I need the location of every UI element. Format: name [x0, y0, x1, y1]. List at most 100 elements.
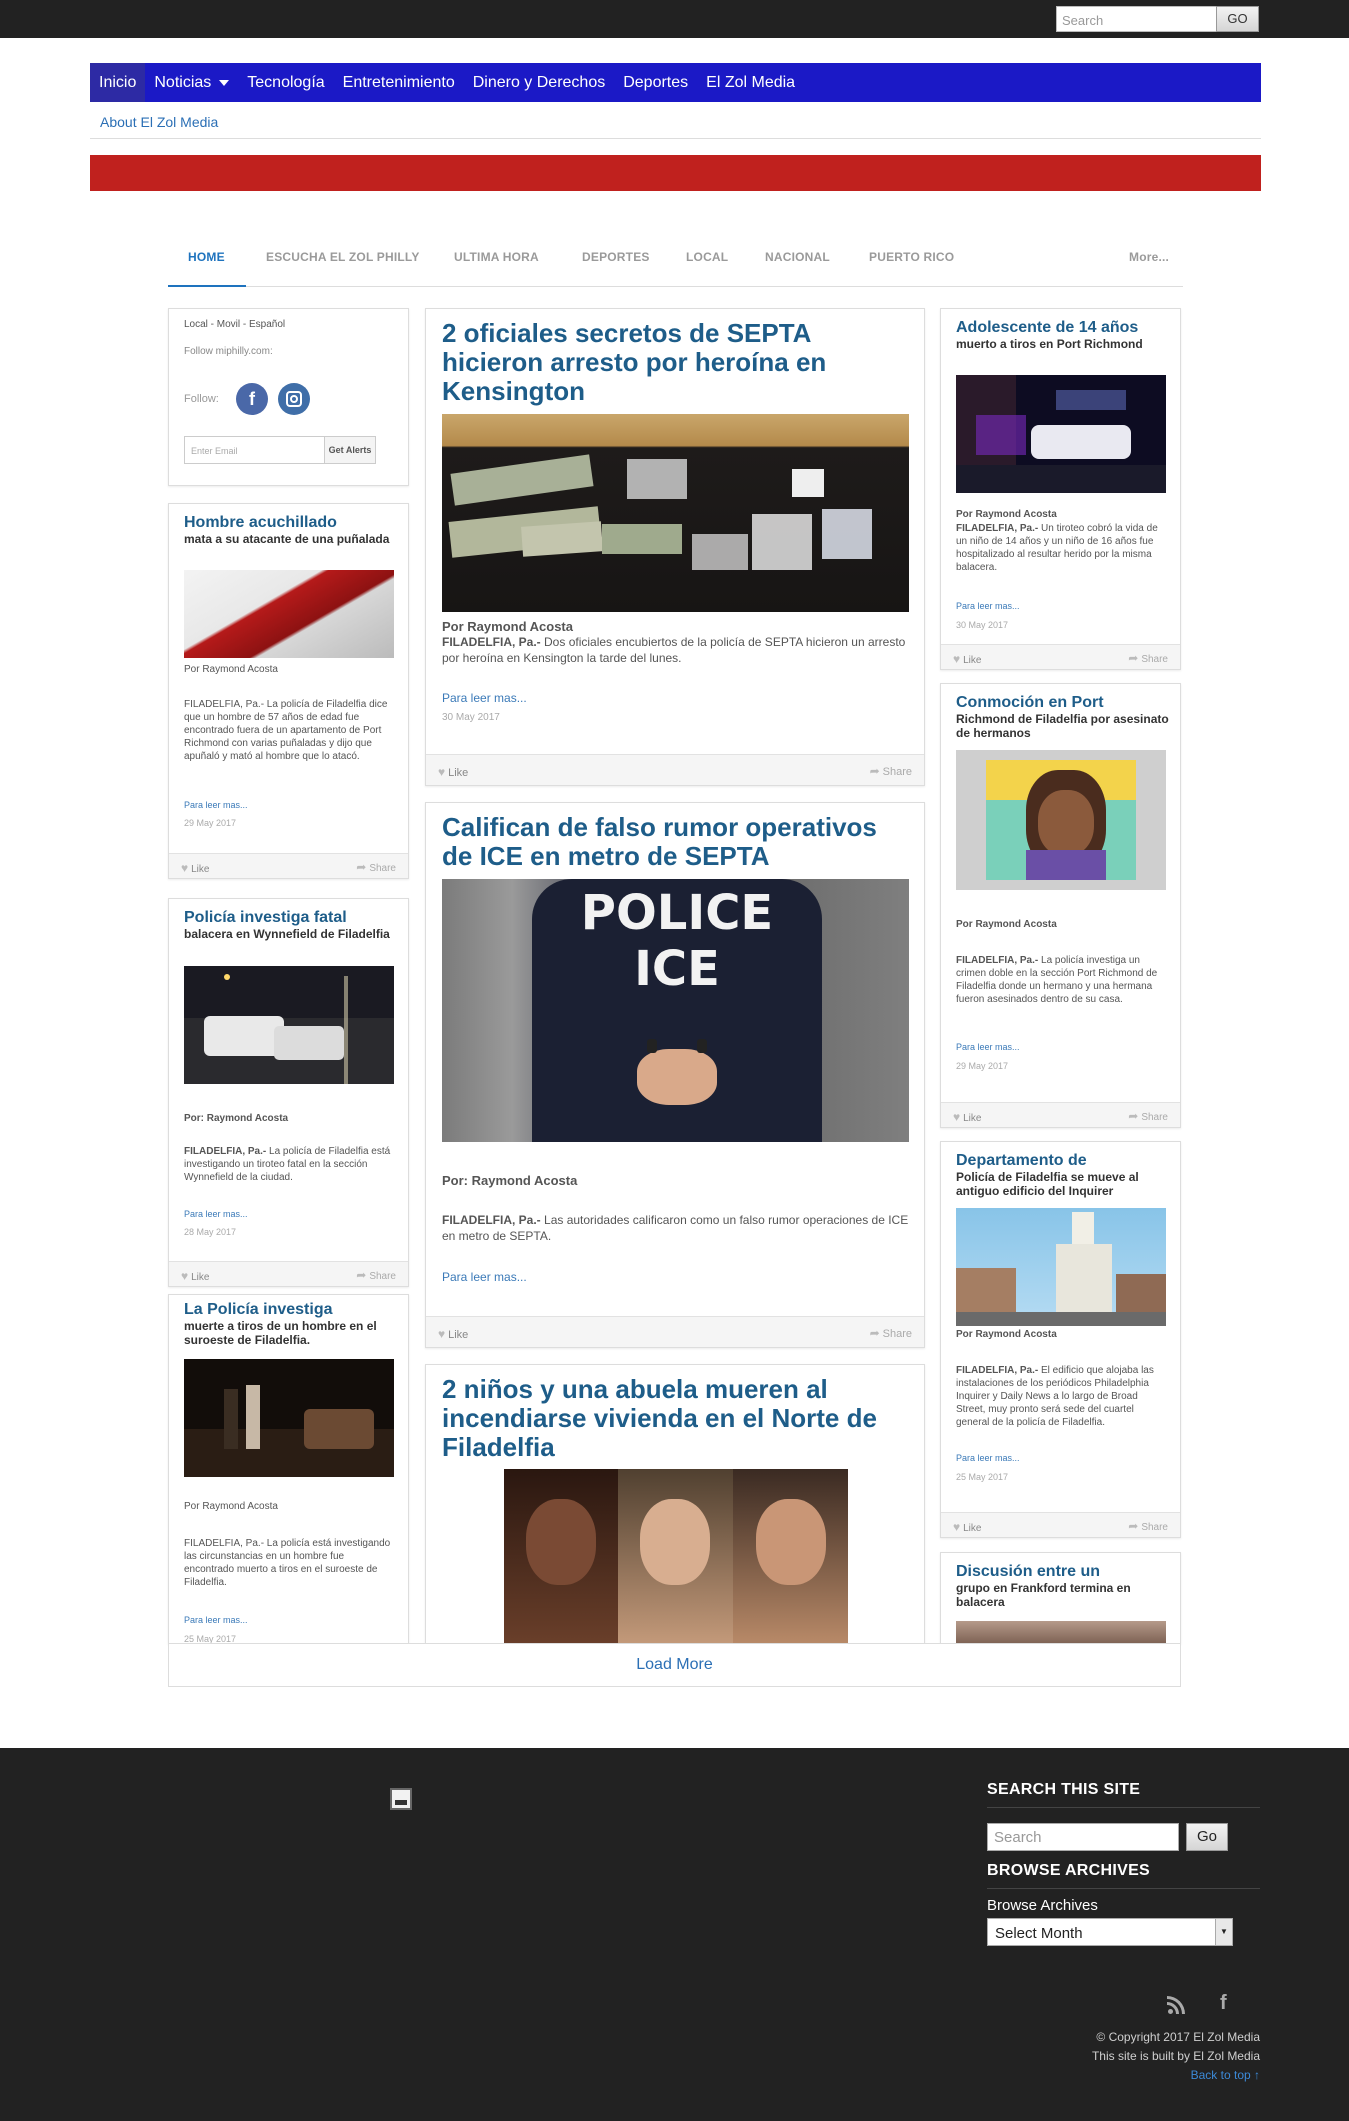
- nav-item-tecnologia[interactable]: Tecnología: [238, 63, 333, 102]
- share-button[interactable]: ➦ Share: [356, 1268, 396, 1282]
- story-card-left-1[interactable]: Hombre acuchillado mata a su atacante de…: [168, 503, 409, 879]
- ice-agent-photo[interactable]: POLICE ICE: [442, 879, 909, 1142]
- read-more-link[interactable]: Para leer mas...: [956, 1453, 1020, 1463]
- story-excerpt: FILADELFIA, Pa.- La policía está investi…: [184, 1538, 391, 1588]
- read-more-link[interactable]: Para leer mas...: [184, 1615, 248, 1625]
- like-button[interactable]: ♥ Like: [953, 652, 981, 666]
- read-more-link[interactable]: Para leer mas...: [956, 601, 1020, 611]
- knife-photo[interactable]: [184, 570, 394, 658]
- share-button[interactable]: ➦ Share: [1128, 1109, 1168, 1123]
- story-byline: Por: Raymond Acosta: [184, 1113, 289, 1124]
- tab-escucha[interactable]: ESCUCHA EL ZOL PHILLY: [266, 250, 420, 264]
- tab-local[interactable]: LOCAL: [686, 250, 728, 264]
- tab-more[interactable]: More...: [1129, 250, 1169, 264]
- tab-ultima-hora[interactable]: ULTIMA HORA: [454, 250, 539, 264]
- read-more-link[interactable]: Para leer mas...: [956, 1042, 1020, 1052]
- archives-select[interactable]: Select Month ▼: [987, 1918, 1233, 1946]
- story-headline[interactable]: 2 oficiales secretos de SEPTA hicieron a…: [442, 318, 912, 406]
- email-input[interactable]: Enter Email: [184, 436, 325, 464]
- story-card-center-3[interactable]: 2 niños y una abuela mueren al incendiar…: [425, 1364, 925, 1644]
- footer-search-input[interactable]: Search: [987, 1823, 1179, 1851]
- select-value: Select Month: [995, 1925, 1083, 1942]
- building-photo[interactable]: [956, 1208, 1166, 1326]
- share-button[interactable]: ➦ Share: [356, 860, 396, 874]
- nav-item-elzol-media[interactable]: El Zol Media: [697, 63, 804, 102]
- story-headline[interactable]: Adolescente de 14 años: [956, 319, 1138, 337]
- like-button[interactable]: ♥ Like: [953, 1110, 981, 1124]
- victim-portrait-photo[interactable]: [956, 750, 1166, 890]
- footer-go-button[interactable]: Go: [1186, 1823, 1228, 1851]
- top-search-input[interactable]: Search: [1056, 6, 1217, 32]
- story-excerpt: FILADELFIA, Pa.- La policía de Filadelfi…: [184, 699, 388, 762]
- heart-icon: ♥: [181, 861, 189, 875]
- about-link[interactable]: About El Zol Media: [100, 114, 218, 130]
- like-button[interactable]: ♥ Like: [181, 1269, 209, 1283]
- read-more-link[interactable]: Para leer mas...: [184, 800, 248, 810]
- story-headline[interactable]: La Policía investiga: [184, 1301, 333, 1319]
- share-icon: ➦: [869, 1326, 880, 1340]
- story-headline[interactable]: Conmoción en Port: [956, 694, 1104, 712]
- rss-icon[interactable]: [1166, 1996, 1186, 2016]
- load-more-button[interactable]: Load More: [168, 1643, 1181, 1687]
- like-button[interactable]: ♥ Like: [953, 1520, 981, 1534]
- frankford-photo[interactable]: [956, 1621, 1166, 1644]
- nav-item-deportes[interactable]: Deportes: [614, 63, 697, 102]
- top-search-go-button[interactable]: GO: [1216, 6, 1259, 32]
- card-footer: ♥ Like ➦ Share: [941, 1102, 1180, 1127]
- story-headline[interactable]: 2 niños y una abuela mueren al incendiar…: [442, 1374, 912, 1462]
- story-card-center-2[interactable]: Califican de falso rumor operativos de I…: [425, 802, 925, 1348]
- read-more-link[interactable]: Para leer mas...: [184, 1209, 248, 1219]
- read-more-link[interactable]: Para leer mas...: [442, 691, 527, 705]
- share-button[interactable]: ➦ Share: [870, 764, 912, 778]
- instagram-icon[interactable]: [278, 383, 310, 415]
- tab-nacional[interactable]: NACIONAL: [765, 250, 830, 264]
- police-night-photo[interactable]: [956, 375, 1166, 493]
- story-card-center-1[interactable]: 2 oficiales secretos de SEPTA hicieron a…: [425, 308, 925, 786]
- back-to-top-link[interactable]: Back to top ↑: [1120, 2068, 1260, 2082]
- story-card-right-2[interactable]: Conmoción en Port Richmond de Filadelfia…: [940, 683, 1181, 1128]
- nav-item-noticias[interactable]: Noticias: [145, 63, 238, 102]
- like-button[interactable]: ♥ Like: [438, 1327, 468, 1341]
- share-label: Share: [1141, 1112, 1168, 1123]
- archives-title: BROWSE ARCHIVES: [987, 1862, 1151, 1879]
- story-card-right-1[interactable]: Adolescente de 14 años muerto a tiros en…: [940, 308, 1181, 670]
- like-button[interactable]: ♥ Like: [181, 861, 209, 875]
- nav-item-entretenimiento[interactable]: Entretenimiento: [334, 63, 464, 102]
- heart-icon: ♥: [953, 1110, 961, 1124]
- tab-deportes[interactable]: DEPORTES: [582, 250, 650, 264]
- tab-puerto-rico[interactable]: PUERTO RICO: [869, 250, 954, 264]
- story-headline[interactable]: Policía investiga fatal: [184, 909, 347, 927]
- evidence-photo[interactable]: [442, 414, 909, 612]
- excerpt-lead: FILADELFIA, Pa.-: [956, 955, 1039, 966]
- get-alerts-button[interactable]: Get Alerts: [324, 436, 376, 464]
- share-button[interactable]: ➦ Share: [1128, 651, 1168, 665]
- facebook-icon[interactable]: f: [1220, 1992, 1227, 2015]
- story-byline: Por Raymond Acosta: [184, 664, 278, 675]
- story-card-left-3[interactable]: La Policía investiga muerte a tiros de u…: [168, 1294, 409, 1644]
- police-scene-photo[interactable]: [184, 966, 394, 1084]
- read-more-link[interactable]: Para leer mas...: [442, 1270, 527, 1284]
- story-headline[interactable]: Departamento de: [956, 1152, 1087, 1170]
- facebook-icon[interactable]: f: [236, 383, 268, 415]
- share-icon: ➦: [869, 764, 880, 778]
- share-button[interactable]: ➦ Share: [1128, 1519, 1168, 1533]
- story-card-right-4[interactable]: Discusión entre un grupo en Frankford te…: [940, 1552, 1181, 1644]
- card-footer: ♥ Like ➦ Share: [941, 1512, 1180, 1537]
- story-card-left-2[interactable]: Policía investiga fatal balacera en Wynn…: [168, 898, 409, 1287]
- tab-home[interactable]: HOME: [188, 250, 225, 264]
- share-button[interactable]: ➦ Share: [870, 1326, 912, 1340]
- excerpt-lead: FILADELFIA, Pa.-: [956, 1365, 1039, 1376]
- story-headline[interactable]: Discusión entre un: [956, 1563, 1100, 1581]
- story-headline[interactable]: Hombre acuchillado: [184, 514, 337, 532]
- nav-item-inicio[interactable]: Inicio: [90, 63, 146, 102]
- share-label: Share: [882, 1328, 912, 1340]
- night-police-photo[interactable]: [184, 1359, 394, 1477]
- story-byline: Por: Raymond Acosta: [442, 1173, 578, 1188]
- victims-photo[interactable]: [504, 1469, 848, 1644]
- nav-item-dinero[interactable]: Dinero y Derechos: [464, 63, 615, 102]
- story-headline[interactable]: Califican de falso rumor operativos de I…: [442, 812, 912, 871]
- story-date: 30 May 2017: [956, 620, 1009, 630]
- like-button[interactable]: ♥ Like: [438, 765, 468, 779]
- story-card-right-3[interactable]: Departamento de Policía de Filadelfia se…: [940, 1141, 1181, 1538]
- like-label: Like: [963, 1523, 982, 1534]
